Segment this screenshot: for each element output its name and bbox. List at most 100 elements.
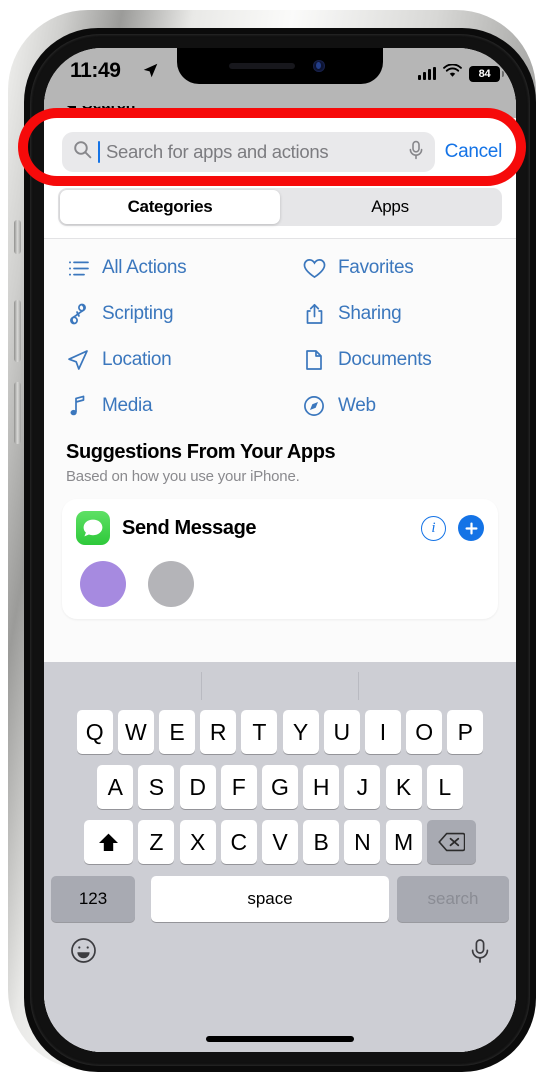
key-u[interactable]: U [323,710,360,754]
key-m[interactable]: M [385,820,422,864]
battery-level: 84 [478,67,491,80]
key-x[interactable]: X [179,820,216,864]
key-k[interactable]: K [385,765,422,809]
keyboard-row-1: Q W E R T Y U I O P [44,710,516,754]
paper-plane-icon [66,349,90,371]
avatar [148,561,194,607]
key-c[interactable]: C [220,820,257,864]
volume-down-button[interactable] [14,382,21,444]
cancel-button[interactable]: Cancel [445,141,503,163]
category-scripting[interactable]: Scripting [44,303,280,325]
heart-icon [302,258,326,279]
magnifier-icon [73,140,92,164]
smiley-face-icon[interactable] [70,937,97,969]
search-return-key[interactable]: search [397,876,509,922]
category-web[interactable]: Web [280,395,516,417]
wifi-icon [443,63,462,83]
tab-apps[interactable]: Apps [280,190,500,224]
key-t[interactable]: T [241,710,278,754]
music-note-icon [66,395,90,417]
segmented-control: Categories Apps [44,186,516,239]
front-camera [313,60,325,72]
compass-icon [302,395,326,417]
category-favorites[interactable]: Favorites [280,257,516,279]
numbers-key[interactable]: 123 [51,876,135,922]
category-label: Documents [338,349,432,370]
plus-circle-icon[interactable] [458,515,484,541]
key-r[interactable]: R [200,710,237,754]
predictive-divider [201,672,202,700]
key-i[interactable]: I [364,710,401,754]
share-icon [302,303,326,325]
key-d[interactable]: D [179,765,216,809]
keyboard-row-2: A S D F G H J K L [44,765,516,809]
search-bar-row: Search for apps and actions Cancel [44,118,516,186]
on-screen-keyboard: Q W E R T Y U I O P A S D F G H J K L Z … [44,662,516,1052]
category-media[interactable]: Media [44,395,280,417]
key-y[interactable]: Y [282,710,319,754]
mute-switch[interactable] [14,220,21,254]
document-page-icon [302,349,326,371]
status-indicators: 84 [418,63,504,83]
text-cursor [98,141,100,163]
info-circle-icon[interactable]: i [421,515,446,541]
search-placeholder: Search for apps and actions [106,141,329,162]
screenshot-root: 11:49 84 Search for apps and actions Can… [0,0,544,1080]
key-v[interactable]: V [262,820,298,864]
predictive-text-bar[interactable] [44,662,516,710]
key-p[interactable]: P [447,710,484,754]
scripting-bolt-icon [66,303,90,325]
backspace-delete-icon [438,832,465,852]
category-documents[interactable]: Documents [280,349,516,371]
home-indicator[interactable] [206,1036,354,1042]
key-g[interactable]: G [262,765,298,809]
location-arrow-icon [142,62,159,84]
key-s[interactable]: S [138,765,175,809]
shift-key[interactable] [84,820,134,864]
shift-up-arrow-icon [99,833,119,851]
volume-up-button[interactable] [14,300,21,362]
cellular-bars-icon [418,67,436,80]
battery-indicator: 84 [469,65,504,82]
phone-frame: 11:49 84 Search for apps and actions Can… [8,10,536,1072]
key-f[interactable]: F [220,765,257,809]
status-time: 11:49 [70,59,121,82]
keyboard-row-3: Z X C V B N M [44,820,516,864]
key-n[interactable]: N [344,820,381,864]
microphone-icon[interactable] [408,140,424,165]
dictation-microphone-icon[interactable] [470,938,490,969]
key-o[interactable]: O [406,710,443,754]
key-j[interactable]: J [344,765,381,809]
suggestion-card-send-message[interactable]: Send Message i [62,499,498,619]
key-w[interactable]: W [117,710,154,754]
backspace-key[interactable] [426,820,476,864]
suggestion-avatars [76,561,484,607]
category-grid: All Actions Favorites Scripting Sharing … [44,239,516,427]
category-label: Media [102,395,153,416]
tab-categories[interactable]: Categories [60,190,280,224]
key-a[interactable]: A [97,765,134,809]
suggestions-title: Suggestions From Your Apps [66,441,336,463]
predictive-divider [358,672,359,700]
keyboard-bottom-row [44,922,516,984]
key-h[interactable]: H [303,765,340,809]
list-bullet-icon [66,260,90,277]
avatar [80,561,126,607]
space-key[interactable]: space [151,876,389,922]
suggestions-header: Suggestions From Your Apps Based on how … [44,427,516,485]
key-e[interactable]: E [159,710,196,754]
key-b[interactable]: B [303,820,340,864]
category-all-actions[interactable]: All Actions [44,257,280,279]
category-label: Favorites [338,257,414,278]
search-input[interactable]: Search for apps and actions [62,132,435,172]
key-z[interactable]: Z [138,820,175,864]
category-sharing[interactable]: Sharing [280,303,516,325]
suggestions-subtitle: Based on how you use your iPhone. [66,468,300,485]
keyboard-row-4: 123 space search [44,876,516,922]
category-location[interactable]: Location [44,349,280,371]
key-q[interactable]: Q [76,710,113,754]
category-label: Location [102,349,172,370]
key-l[interactable]: L [426,765,463,809]
category-label: Web [338,395,376,416]
suggestion-title: Send Message [122,516,257,539]
